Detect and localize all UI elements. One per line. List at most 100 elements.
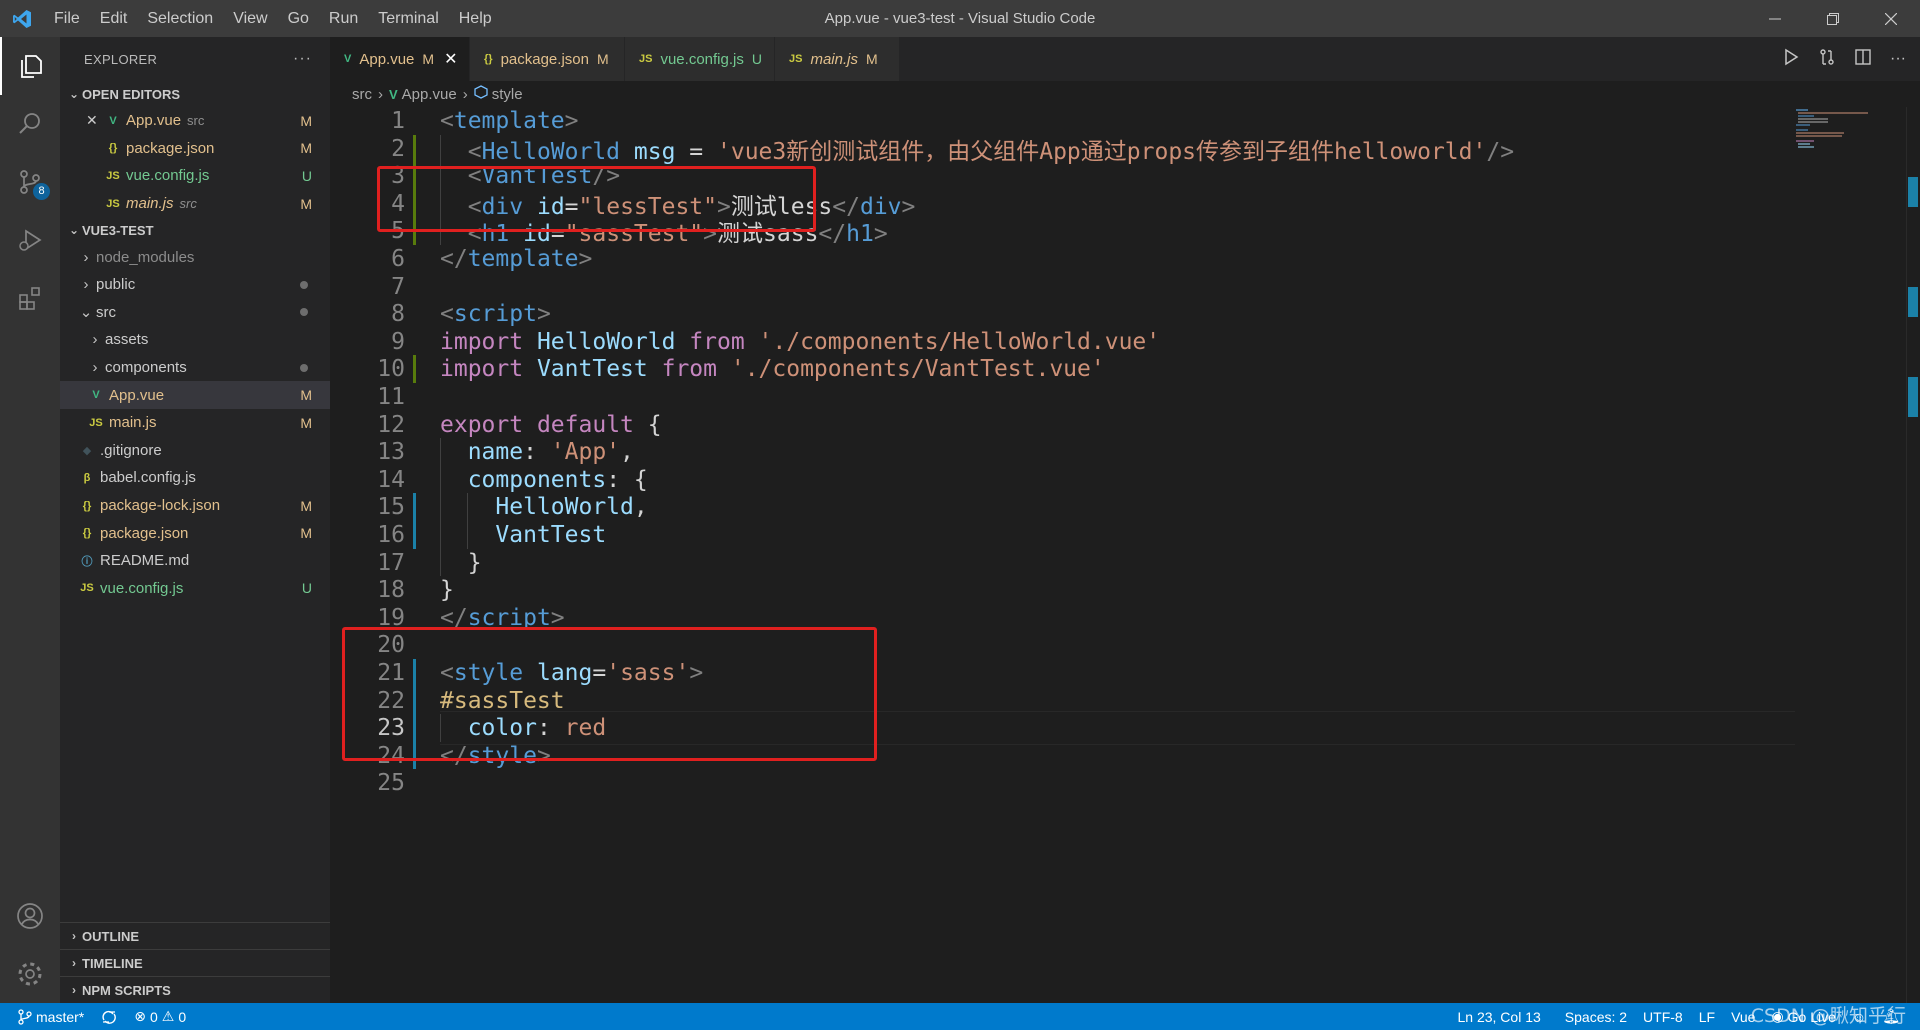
- tab-vue-config-js[interactable]: JS vue.config.js U: [625, 37, 775, 81]
- more-actions-icon[interactable]: ···: [293, 50, 312, 68]
- menu-edit[interactable]: Edit: [90, 0, 138, 37]
- problems-status[interactable]: ⊗ 0 ⚠ 0: [126, 1008, 194, 1025]
- restore-button[interactable]: [1804, 0, 1862, 37]
- code-token: ,: [620, 439, 634, 466]
- file-tree-item[interactable]: {} package-lock.json M: [60, 492, 330, 520]
- branch-status[interactable]: master*: [0, 1009, 92, 1025]
- file-tree-item[interactable]: ⌄ src: [60, 299, 330, 327]
- more-actions-icon[interactable]: ···: [1890, 50, 1906, 68]
- minimap[interactable]: [1792, 107, 1902, 167]
- code-token: import: [440, 328, 524, 355]
- code-token: components: [467, 466, 607, 493]
- open-editor-name: vue.config.js: [126, 167, 210, 185]
- file-tree-item[interactable]: › node_modules: [60, 243, 330, 271]
- code-token: >: [536, 301, 551, 328]
- source-control-icon[interactable]: 8: [0, 153, 60, 211]
- code-token: './components/VantTest.vue': [730, 356, 1105, 383]
- section-timeline[interactable]: › TIMELINE: [60, 949, 330, 976]
- code-token: export: [440, 411, 524, 438]
- breadcrumb-symbol[interactable]: style: [492, 86, 523, 103]
- section-outline[interactable]: › OUTLINE: [60, 922, 330, 949]
- sync-icon[interactable]: [92, 1010, 126, 1024]
- git-status-badge: M: [300, 497, 312, 514]
- breadcrumb-src[interactable]: src: [352, 86, 372, 103]
- file-tree-item[interactable]: β babel.config.js: [60, 464, 330, 492]
- line-number: 2: [391, 135, 405, 162]
- open-editor-item[interactable]: JS main.js src M: [60, 190, 330, 218]
- indentation[interactable]: Spaces: 2: [1557, 1009, 1635, 1025]
- section-npm-scripts[interactable]: › NPM SCRIPTS: [60, 976, 330, 1003]
- run-debug-icon[interactable]: [0, 211, 60, 269]
- tab-App-vue[interactable]: V App.vue M ✕: [330, 37, 470, 81]
- open-editor-name: package.json: [126, 139, 215, 157]
- vertical-scrollbar[interactable]: [1906, 107, 1920, 1003]
- explorer-icon[interactable]: [0, 37, 60, 95]
- bottom-sections: › OUTLINE › TIMELINE › NPM SCRIPTS: [60, 922, 330, 1003]
- file-tree-item[interactable]: › assets: [60, 326, 330, 354]
- menu-file[interactable]: File: [44, 0, 90, 37]
- close-tab-icon[interactable]: ✕: [444, 49, 457, 69]
- code-token: template: [467, 246, 579, 272]
- code-text: import HelloWorld from './components/Hel…: [440, 329, 1160, 355]
- file-tree-name: App.vue: [109, 386, 165, 404]
- open-editor-item[interactable]: {} package.json M: [60, 135, 330, 163]
- open-editor-item[interactable]: ✕ V App.vue src M: [60, 107, 330, 135]
- menu-terminal[interactable]: Terminal: [368, 0, 448, 37]
- file-tree-item[interactable]: › components: [60, 354, 330, 382]
- file-type-icon: {}: [484, 53, 493, 65]
- file-tree-item[interactable]: ⓘ README.md: [60, 547, 330, 575]
- code-text: <script>: [440, 301, 551, 327]
- split-editor-icon[interactable]: [1854, 48, 1872, 70]
- code-token: </: [440, 246, 468, 272]
- project-section[interactable]: ⌄ VUE3-TEST: [60, 217, 330, 243]
- breadcrumb: src › V App.vue › style: [330, 81, 1920, 107]
- file-tree-item[interactable]: JS vue.config.js U: [60, 575, 330, 603]
- file-tree-name: assets: [105, 331, 149, 349]
- menu-selection[interactable]: Selection: [137, 0, 223, 37]
- file-tree-item[interactable]: {} package.json M: [60, 519, 330, 547]
- line-number: 25: [377, 770, 405, 797]
- run-icon[interactable]: [1782, 48, 1800, 70]
- encoding[interactable]: UTF-8: [1635, 1009, 1691, 1025]
- file-tree-item[interactable]: ◆ .gitignore: [60, 437, 330, 465]
- tab-label: package.json: [500, 50, 589, 68]
- tab-main-js[interactable]: JS main.js M: [775, 37, 900, 81]
- chevron-right-icon: ›: [462, 85, 468, 103]
- open-editors-section[interactable]: ⌄ OPEN EDITORS: [60, 81, 330, 107]
- code-token: script: [453, 301, 537, 328]
- open-changes-icon[interactable]: [1818, 48, 1836, 70]
- menu-go[interactable]: Go: [278, 0, 319, 37]
- open-editor-item[interactable]: JS vue.config.js U: [60, 162, 330, 190]
- end-of-line[interactable]: LF: [1691, 1009, 1723, 1025]
- account-icon[interactable]: [0, 887, 60, 945]
- menu-bar: File Edit Selection View Go Run Terminal Help: [44, 0, 502, 37]
- git-status-badge: M: [300, 414, 312, 431]
- code-token: VantTest: [536, 356, 648, 383]
- code-text: </template>: [440, 246, 592, 272]
- tab-package-json[interactable]: {} package.json M: [470, 37, 625, 81]
- menu-help[interactable]: Help: [449, 0, 502, 37]
- line-number: 16: [377, 522, 405, 548]
- minimize-button[interactable]: [1746, 0, 1804, 37]
- close-window-button[interactable]: [1862, 0, 1920, 37]
- cursor-position[interactable]: Ln 23, Col 13: [1449, 1009, 1548, 1025]
- menu-run[interactable]: Run: [319, 0, 368, 37]
- project-title: VUE3-TEST: [82, 222, 154, 238]
- file-tree-item[interactable]: JS main.js M: [60, 409, 330, 437]
- title-bar: File Edit Selection View Go Run Terminal Help A…: [0, 0, 1920, 37]
- manage-gear-icon[interactable]: [0, 945, 60, 1003]
- close-icon[interactable]: ✕: [86, 112, 104, 129]
- code-editor[interactable]: 1 <template> 2 <HelloWorld msg = 'vue3新创测试…: [330, 107, 1920, 1003]
- extensions-icon[interactable]: [0, 269, 60, 327]
- line-number: 18: [377, 577, 405, 604]
- code-token: }: [440, 577, 454, 604]
- code-token: : {: [606, 466, 648, 493]
- breadcrumb-file[interactable]: App.vue: [402, 86, 457, 103]
- search-icon[interactable]: [0, 95, 60, 153]
- git-status-badge: M: [422, 51, 435, 67]
- file-tree-item[interactable]: › public: [60, 271, 330, 299]
- file-tree-item[interactable]: V App.vue M: [60, 381, 330, 409]
- menu-view[interactable]: View: [223, 0, 277, 37]
